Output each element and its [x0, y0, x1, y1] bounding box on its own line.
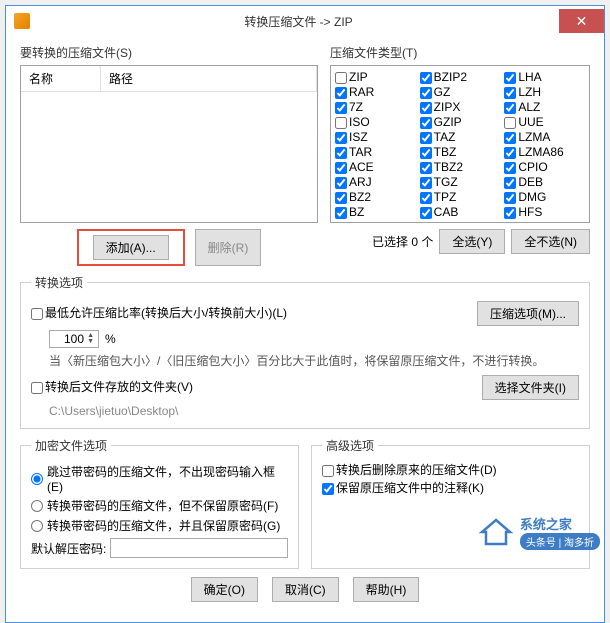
- window-title: 转换压缩文件 -> ZIP: [38, 13, 559, 30]
- filetype-tpz[interactable]: TPZ: [420, 190, 501, 205]
- filetype-cpio[interactable]: CPIO: [504, 160, 585, 175]
- encryption-legend: 加密文件选项: [31, 437, 111, 454]
- filetype-tgz[interactable]: TGZ: [420, 175, 501, 190]
- col-path[interactable]: 路径: [101, 66, 317, 91]
- watermark: 系统之家 头条号 | 淘多折: [478, 514, 600, 550]
- percent-label: %: [105, 332, 116, 346]
- filetype-ace[interactable]: ACE: [335, 160, 416, 175]
- filetype-isz[interactable]: ISZ: [335, 130, 416, 145]
- delete-button[interactable]: 删除(R): [195, 229, 262, 266]
- selected-count: 已选择 0 个: [372, 233, 433, 250]
- advanced-legend: 高级选项: [322, 437, 378, 454]
- filetype-deb[interactable]: DEB: [504, 175, 585, 190]
- house-icon: [478, 517, 514, 547]
- file-types-label: 压缩文件类型(T): [330, 44, 590, 61]
- filetype-hfs[interactable]: HFS: [504, 205, 585, 220]
- file-types-box: ZIP BZIP2LHA RAR GZLZH 7Z ZIPXALZ ISO GZIPUUE IS…: [330, 65, 590, 223]
- output-folder-path: C:\Users\jietuo\Desktop\: [49, 404, 579, 418]
- filetype-rar[interactable]: RAR: [335, 85, 416, 100]
- filetype-tbz[interactable]: TBZ: [420, 145, 501, 160]
- output-folder-checkbox[interactable]: 转换后文件存放的文件夹(V): [31, 380, 193, 395]
- ratio-hint: 当〈新压缩包大小〉/〈旧压缩包大小〉百分比大于此值时，将保留原压缩文件，不进行转…: [49, 352, 579, 369]
- cancel-button[interactable]: 取消(C): [272, 577, 339, 602]
- default-password-input[interactable]: [110, 538, 288, 558]
- select-folder-button[interactable]: 选择文件夹(I): [482, 375, 579, 400]
- select-none-button[interactable]: 全不选(N): [511, 229, 590, 254]
- filetype-arj[interactable]: ARJ: [335, 175, 416, 190]
- highlight-frame: 添加(A)...: [77, 229, 185, 266]
- ratio-spinner[interactable]: ▲▼: [49, 330, 99, 348]
- ratio-input[interactable]: [54, 332, 84, 346]
- filetype-zipx[interactable]: ZIPX: [420, 100, 501, 115]
- source-files-label: 要转换的压缩文件(S): [20, 44, 318, 61]
- filetype-bz[interactable]: BZ: [335, 205, 416, 220]
- filetype-tar[interactable]: TAR: [335, 145, 416, 160]
- watermark-sub: 头条号 | 淘多折: [520, 533, 600, 550]
- compress-options-button[interactable]: 压缩选项(M)...: [477, 301, 579, 326]
- skip-password-radio[interactable]: 跳过带密码的压缩文件，不出现密码输入框(E): [31, 463, 288, 494]
- convert-no-password-radio[interactable]: 转换带密码的压缩文件，但不保留原密码(F): [31, 497, 288, 514]
- filetype-cab[interactable]: CAB: [420, 205, 501, 220]
- filetype-taz[interactable]: TAZ: [420, 130, 501, 145]
- filetype-lzma86[interactable]: LZMA86: [504, 145, 585, 160]
- filetype-tbz2[interactable]: TBZ2: [420, 160, 501, 175]
- filetype-lzh[interactable]: LZH: [504, 85, 585, 100]
- filetype-uue[interactable]: UUE: [504, 115, 585, 130]
- filetype-gz[interactable]: GZ: [420, 85, 501, 100]
- delete-original-checkbox[interactable]: 转换后删除原来的压缩文件(D): [322, 463, 579, 478]
- filetype-gzip[interactable]: GZIP: [420, 115, 501, 130]
- keep-comments-checkbox[interactable]: 保留原压缩文件中的注释(K): [322, 481, 579, 496]
- convert-options-group: 转换选项 最低允许压缩比率(转换后大小/转换前大小)(L) 压缩选项(M)...…: [20, 274, 590, 429]
- col-name[interactable]: 名称: [21, 66, 101, 91]
- watermark-brand: 系统之家: [520, 514, 600, 533]
- filetype-alz[interactable]: ALZ: [504, 100, 585, 115]
- spin-down-icon[interactable]: ▼: [87, 339, 94, 345]
- ratio-checkbox[interactable]: 最低允许压缩比率(转换后大小/转换前大小)(L): [31, 306, 287, 321]
- ok-button[interactable]: 确定(O): [191, 577, 258, 602]
- app-icon: [14, 13, 30, 29]
- help-button[interactable]: 帮助(H): [353, 577, 420, 602]
- encryption-group: 加密文件选项 跳过带密码的压缩文件，不出现密码输入框(E) 转换带密码的压缩文件…: [20, 437, 299, 569]
- titlebar: 转换压缩文件 -> ZIP ✕: [6, 6, 604, 36]
- filetype-lha[interactable]: LHA: [504, 70, 585, 85]
- default-password-label: 默认解压密码:: [31, 540, 106, 557]
- convert-options-legend: 转换选项: [31, 274, 87, 291]
- filetype-lzma[interactable]: LZMA: [504, 130, 585, 145]
- convert-keep-password-radio[interactable]: 转换带密码的压缩文件，并且保留原密码(G): [31, 517, 288, 534]
- select-all-button[interactable]: 全选(Y): [439, 229, 505, 254]
- filetype-iso[interactable]: ISO: [335, 115, 416, 130]
- filetype-zip[interactable]: ZIP: [335, 70, 416, 85]
- filetype-dmg[interactable]: DMG: [504, 190, 585, 205]
- filetype-7z[interactable]: 7Z: [335, 100, 416, 115]
- add-button[interactable]: 添加(A)...: [93, 235, 169, 260]
- close-button[interactable]: ✕: [559, 9, 604, 33]
- filetype-bzip2[interactable]: BZIP2: [420, 70, 501, 85]
- filetype-bz2[interactable]: BZ2: [335, 190, 416, 205]
- source-files-list[interactable]: 名称 路径: [20, 65, 318, 223]
